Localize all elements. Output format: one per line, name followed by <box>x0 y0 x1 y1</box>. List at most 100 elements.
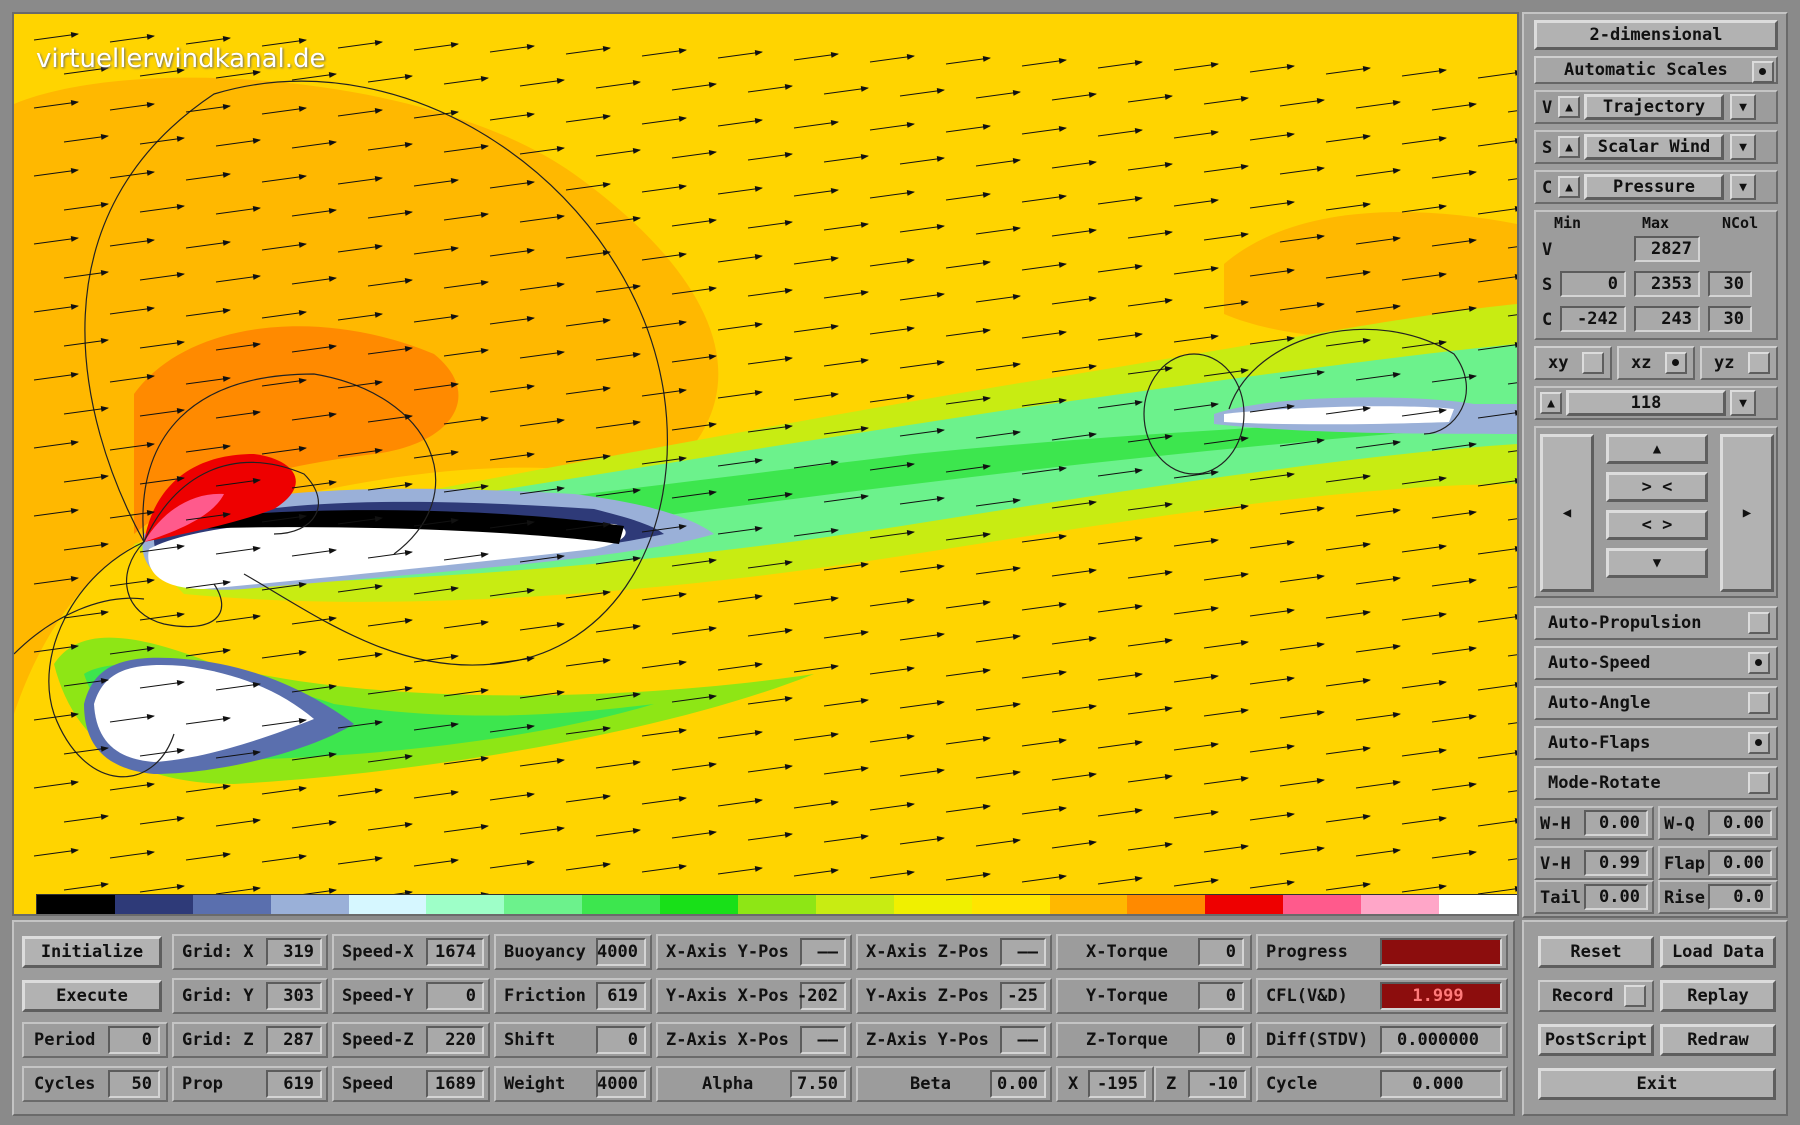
vector-mode-select[interactable]: Trajectory <box>1584 94 1724 120</box>
c-max-field[interactable]: 243 <box>1634 306 1700 332</box>
nav-right-button[interactable]: ▶ <box>1720 434 1774 592</box>
c-ncol-field[interactable]: 30 <box>1708 306 1752 332</box>
nav-down-button[interactable]: ▼ <box>1606 548 1708 578</box>
color-swatch <box>1361 895 1440 914</box>
yaxis-zpos-field[interactable]: -25 <box>1000 982 1046 1010</box>
rise-field[interactable]: 0.0 <box>1708 884 1772 910</box>
zaxis-ypos-label: Z-Axis Y-Pos <box>866 1030 989 1050</box>
nav-up-button[interactable]: ▲ <box>1606 434 1708 464</box>
prop-label: Prop <box>182 1074 223 1094</box>
slice-down-icon[interactable]: ▼ <box>1730 390 1756 416</box>
speedy-field[interactable]: 0 <box>426 982 484 1010</box>
gridx-field[interactable]: 319 <box>266 938 322 966</box>
vector-mode-up-icon[interactable]: ▲ <box>1558 96 1580 118</box>
scalar-mode-dropdown-icon[interactable]: ▼ <box>1730 134 1756 160</box>
gridz-field[interactable]: 287 <box>266 1026 322 1054</box>
mode-rotate-checkbox[interactable] <box>1748 772 1770 794</box>
color-swatch <box>348 895 427 914</box>
speed-field[interactable]: 1689 <box>426 1070 484 1098</box>
speedx-field[interactable]: 1674 <box>426 938 484 966</box>
auto-speed-label: Auto-Speed <box>1548 653 1651 673</box>
ztorque-field[interactable]: 0 <box>1198 1026 1244 1054</box>
redraw-button[interactable]: Redraw <box>1660 1024 1776 1056</box>
tail-field[interactable]: 0.00 <box>1584 884 1648 910</box>
color-swatch <box>660 895 739 914</box>
xaxis-zpos-label: X-Axis Z-Pos <box>866 942 989 962</box>
wh-field[interactable]: 0.00 <box>1584 810 1648 836</box>
s-max-field[interactable]: 2353 <box>1634 271 1700 297</box>
scalar-mode-select[interactable]: Scalar Wind <box>1584 134 1724 160</box>
x-field[interactable]: -195 <box>1088 1070 1146 1098</box>
automatic-scales-label: Automatic Scales <box>1564 60 1728 80</box>
slice-up-icon[interactable]: ▲ <box>1540 392 1562 414</box>
s-ncol-field[interactable]: 30 <box>1708 271 1752 297</box>
color-swatch <box>1439 895 1517 914</box>
shift-field[interactable]: 0 <box>596 1026 646 1054</box>
reset-button[interactable]: Reset <box>1538 936 1654 968</box>
xaxis-zpos-field[interactable]: —— <box>1000 938 1046 966</box>
gridy-field[interactable]: 303 <box>266 982 322 1010</box>
vector-mode-dropdown-icon[interactable]: ▼ <box>1730 94 1756 120</box>
contour-mode-select[interactable]: Pressure <box>1584 174 1724 200</box>
weight-field[interactable]: 4000 <box>596 1070 646 1098</box>
contour-mode-up-icon[interactable]: ▲ <box>1558 176 1580 198</box>
cycles-field[interactable]: 50 <box>108 1070 160 1098</box>
yaxis-xpos-field[interactable]: -202 <box>797 982 846 1010</box>
contour-mode-dropdown-icon[interactable]: ▼ <box>1730 174 1756 200</box>
replay-button[interactable]: Replay <box>1660 980 1776 1012</box>
mode-rotate-toggle[interactable]: Mode-Rotate <box>1534 766 1778 800</box>
alpha-field[interactable]: 7.50 <box>790 1070 846 1098</box>
xaxis-ypos-field[interactable]: —— <box>800 938 846 966</box>
color-swatch <box>1049 895 1128 914</box>
v-max-field[interactable]: 2827 <box>1634 236 1700 262</box>
flap-field[interactable]: 0.00 <box>1708 850 1772 876</box>
plane-xy-checkbox[interactable] <box>1582 352 1604 374</box>
flow-visualization[interactable]: virtuellerwindkanal.de <box>12 12 1519 916</box>
auto-angle-toggle[interactable]: Auto-Angle <box>1534 686 1778 720</box>
zoom-out-button[interactable]: < > <box>1606 510 1708 540</box>
initialize-button[interactable]: Initialize <box>22 936 162 968</box>
vh-field[interactable]: 0.99 <box>1584 850 1648 876</box>
auto-propulsion-toggle[interactable]: Auto-Propulsion <box>1534 606 1778 640</box>
execute-button[interactable]: Execute <box>22 980 162 1012</box>
ytorque-field[interactable]: 0 <box>1198 982 1244 1010</box>
automatic-scales-checkbox[interactable] <box>1752 61 1774 83</box>
exit-button[interactable]: Exit <box>1538 1068 1776 1100</box>
buoyancy-field[interactable]: 4000 <box>596 938 646 966</box>
auto-speed-toggle[interactable]: Auto-Speed <box>1534 646 1778 680</box>
period-field[interactable]: 0 <box>108 1026 160 1054</box>
beta-label: Beta <box>910 1074 951 1094</box>
wq-field[interactable]: 0.00 <box>1708 810 1772 836</box>
automatic-scales-toggle[interactable]: Automatic Scales <box>1534 56 1778 84</box>
load-data-button[interactable]: Load Data <box>1660 936 1776 968</box>
dimension-button[interactable]: 2-dimensional <box>1534 20 1778 50</box>
zoom-in-button[interactable]: > < <box>1606 472 1708 502</box>
z-field[interactable]: -10 <box>1188 1070 1246 1098</box>
beta-field[interactable]: 0.00 <box>990 1070 1046 1098</box>
auto-angle-checkbox[interactable] <box>1748 692 1770 714</box>
auto-flaps-toggle[interactable]: Auto-Flaps <box>1534 726 1778 760</box>
zaxis-ypos-field[interactable]: —— <box>1000 1026 1046 1054</box>
auto-speed-checkbox[interactable] <box>1748 652 1770 674</box>
postscript-button[interactable]: PostScript <box>1538 1024 1654 1056</box>
zaxis-xpos-field[interactable]: —— <box>800 1026 846 1054</box>
cfl-field: 1.999 <box>1380 982 1502 1010</box>
speedz-field[interactable]: 220 <box>426 1026 484 1054</box>
prop-field[interactable]: 619 <box>266 1070 322 1098</box>
auto-flaps-checkbox[interactable] <box>1748 732 1770 754</box>
record-checkbox[interactable] <box>1624 985 1646 1007</box>
header-ncol: NCol <box>1722 214 1759 232</box>
friction-field[interactable]: 619 <box>596 982 646 1010</box>
plane-xz-checkbox[interactable] <box>1665 352 1687 374</box>
plane-yz-checkbox[interactable] <box>1748 352 1770 374</box>
xtorque-field[interactable]: 0 <box>1198 938 1244 966</box>
s-min-field[interactable]: 0 <box>1560 271 1626 297</box>
ytorque-label: Y-Torque <box>1086 986 1168 1006</box>
slice-value[interactable]: 118 <box>1566 390 1726 416</box>
color-swatch <box>37 895 115 914</box>
c-min-field[interactable]: -242 <box>1560 306 1626 332</box>
row-c-label: C <box>1542 310 1553 330</box>
nav-left-button[interactable]: ◀ <box>1540 434 1594 592</box>
auto-propulsion-checkbox[interactable] <box>1748 612 1770 634</box>
scalar-mode-up-icon[interactable]: ▲ <box>1558 136 1580 158</box>
